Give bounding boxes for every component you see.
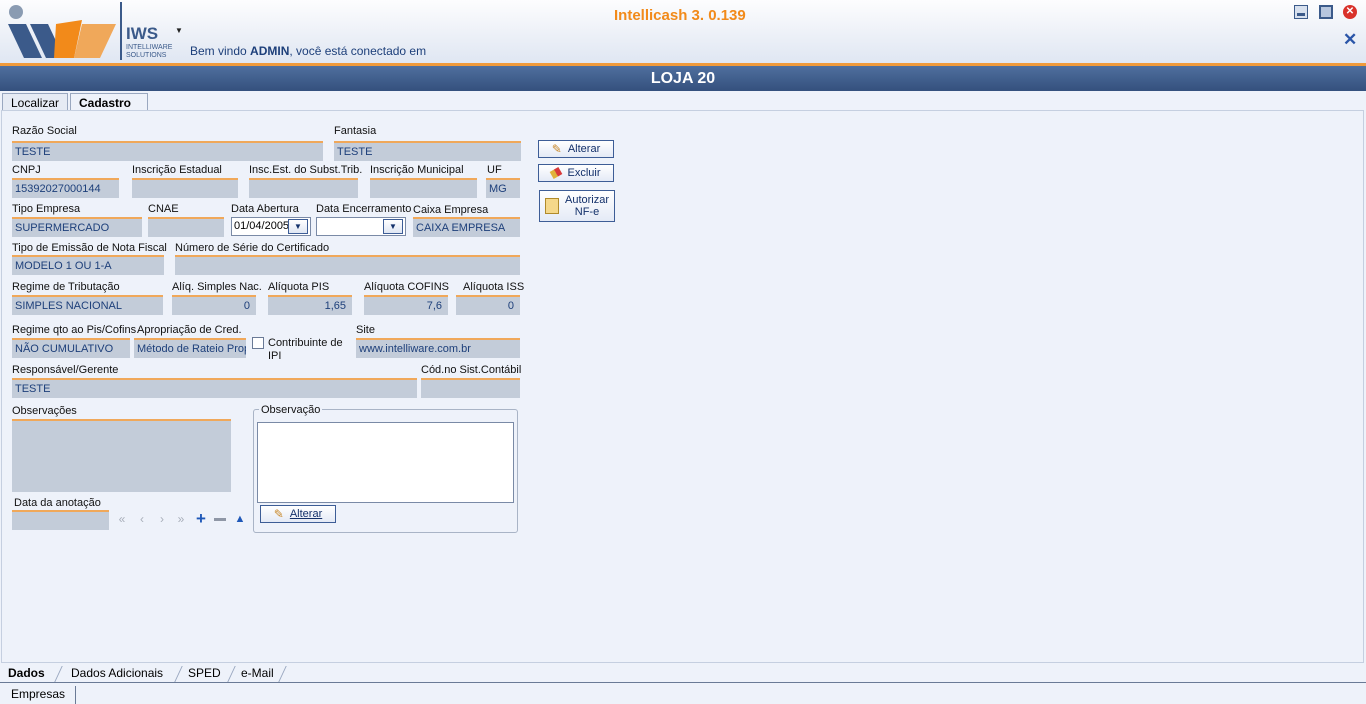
fantasia-label: Fantasia [334,125,377,137]
aliquota-cofins-field[interactable]: 7,6 [364,295,448,315]
welcome-message: Bem vindo ADMIN, você está conectado em [190,44,427,58]
cnae-field[interactable] [148,217,224,237]
apropriacao-cred-label: Apropriação de Cred. [137,324,242,336]
razao-social-field[interactable]: TESTE [12,141,323,161]
observacao-alterar-button[interactable]: ✎ Alterar [260,505,336,523]
app-title: Intellicash 3. 0.139 [614,7,746,24]
aliquota-iss-label: Alíquota ISS [463,281,525,293]
uf-field[interactable]: MG [486,178,520,198]
cnpj-field[interactable]: 15392027000144 [12,178,119,198]
observacoes-field[interactable] [12,419,231,492]
razao-social-label: Razão Social [12,125,77,137]
contribuinte-ipi-label: Contribuinte de IPI [268,337,343,362]
delete-record-icon[interactable] [214,512,228,526]
fantasia-field[interactable]: TESTE [334,141,521,161]
contribuinte-ipi-checkbox[interactable] [252,337,264,349]
tipo-empresa-field[interactable]: SUPERMERCADO [12,217,142,237]
tab-sped[interactable]: SPED [182,664,225,682]
footer-tab-empresas[interactable]: Empresas [2,686,76,704]
observacoes-label: Observações [12,405,77,417]
excluir-button-label: Excluir [567,167,601,179]
alterar-button-label: Alterar [567,143,601,155]
company-logo: IWS INTELLIWARE SOLUTIONS [4,2,184,62]
aliquota-cofins-label: Alíquota COFINS [364,281,449,293]
aliquota-pis-field[interactable]: 1,65 [268,295,352,315]
site-label: Site [356,324,375,336]
aliq-simples-field[interactable]: 0 [172,295,256,315]
cod-sist-contabil-label: Cód.no Sist.Contábil [421,364,522,376]
tipo-emissao-field[interactable]: MODELO 1 OU 1-A [12,255,164,275]
autorizar-nfe-label: Autorizar NF-e [564,194,610,218]
bottom-tabs-bar [0,682,1366,683]
apropriacao-cred-field[interactable]: Método de Rateio Proporcional [134,338,246,358]
post-record-icon[interactable]: ▲ [233,512,247,526]
prior-record-icon[interactable]: ‹ [135,512,149,526]
tipo-emissao-label: Tipo de Emissão de Nota Fiscal [12,242,167,254]
data-encerramento-label: Data Encerramento [316,203,412,215]
maximize-icon[interactable] [1319,5,1333,19]
minimize-icon[interactable] [1294,5,1308,19]
aliq-simples-label: Alíq. Simples Nac. [172,281,262,293]
site-field[interactable]: www.intelliware.com.br [356,338,520,358]
data-abertura-label: Data Abertura [231,203,299,215]
regime-pis-cofins-field[interactable]: NÃO CUMULATIVO [12,338,130,358]
app-header: IWS INTELLIWARE SOLUTIONS ▼ Intellicash … [0,0,1366,64]
data-abertura-dropdown-icon[interactable]: ▼ [288,219,308,234]
logo-subtext-2: SOLUTIONS [126,52,167,59]
tipo-empresa-label: Tipo Empresa [12,203,81,215]
caixa-empresa-field[interactable]: CAIXA EMPRESA [413,217,520,237]
first-record-icon[interactable]: « [115,512,129,526]
inscricao-estadual-label: Inscrição Estadual [132,164,222,176]
tab-divider [54,666,63,682]
inscricao-municipal-field[interactable] [370,178,477,198]
responsavel-label: Responsável/Gerente [12,364,119,376]
observacao-group-title: Observação [259,404,323,416]
data-anotacao-field[interactable] [12,510,109,530]
inscricao-estadual-field[interactable] [132,178,238,198]
alterar-button[interactable]: ✎ Alterar [538,140,614,158]
logo-text: IWS [126,24,159,43]
nfe-document-icon [544,198,559,214]
tab-email[interactable]: e-Mail [235,664,278,682]
observacao-alterar-label: Alterar [289,508,323,520]
next-record-icon[interactable]: › [155,512,169,526]
tab-dados[interactable]: Dados [2,664,49,682]
logo-dropdown-icon[interactable]: ▼ [175,26,183,35]
numero-serie-field[interactable] [175,255,520,275]
excluir-button[interactable]: Excluir [538,164,614,182]
data-anotacao-label: Data da anotação [14,497,101,509]
regime-pis-cofins-label: Regime qto ao Pis/Cofins [12,324,137,336]
cnae-label: CNAE [148,203,179,215]
autorizar-nfe-button[interactable]: Autorizar NF-e [539,190,615,222]
cod-sist-contabil-field[interactable] [421,378,520,398]
aliquota-pis-label: Alíquota PIS [268,281,330,293]
tab-dados-adicionais[interactable]: Dados Adicionais [65,664,167,682]
tab-localizar[interactable]: Localizar [2,93,69,111]
close-form-icon[interactable]: ✕ [1343,30,1357,50]
tab-divider [278,666,287,682]
aliquota-iss-field[interactable]: 0 [456,295,520,315]
cnpj-label: CNPJ [12,164,41,176]
inscricao-municipal-label: Inscrição Municipal [370,164,464,176]
regime-tributacao-label: Regime de Tributação [12,281,120,293]
observacao-textarea[interactable] [257,422,514,503]
uf-label: UF [487,164,502,176]
page-title: LOJA 20 [0,66,1366,91]
caixa-empresa-label: Caixa Empresa [413,204,489,216]
regime-tributacao-field[interactable]: SIMPLES NACIONAL [12,295,163,315]
close-window-icon[interactable]: ✕ [1343,5,1357,19]
data-encerramento-dropdown-icon[interactable]: ▼ [383,219,403,234]
eraser-icon [550,167,563,179]
pencil-icon: ✎ [273,507,284,521]
numero-serie-label: Número de Série do Certificado [175,242,330,254]
add-record-icon[interactable]: + [194,510,208,527]
insc-subst-trib-label: Insc.Est. do Subst.Trib. [249,164,363,176]
responsavel-field[interactable]: TESTE [12,378,417,398]
tab-cadastro[interactable]: Cadastro [70,93,149,111]
last-record-icon[interactable]: » [174,512,188,526]
insc-subst-trib-field[interactable] [249,178,358,198]
logo-subtext-1: INTELLIWARE [126,44,173,51]
pencil-icon: ✎ [551,142,562,156]
